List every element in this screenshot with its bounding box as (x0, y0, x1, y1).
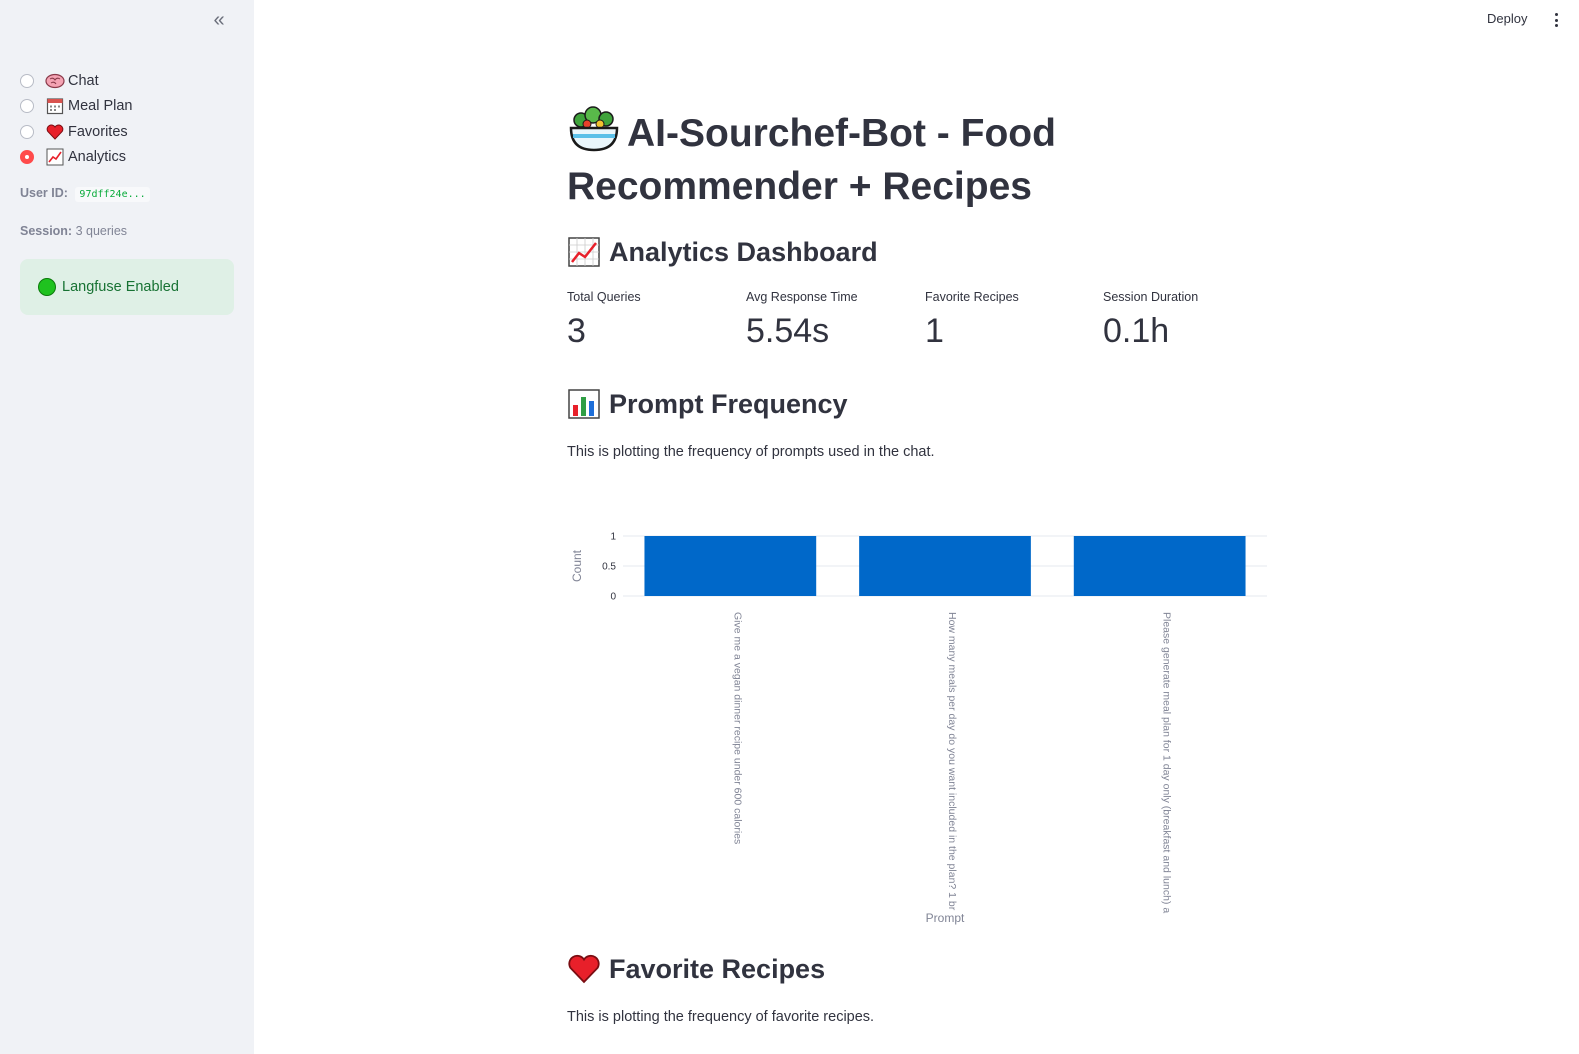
session-row: Session: 3 queries (20, 224, 127, 238)
bar (859, 536, 1031, 596)
heart-icon (567, 953, 601, 985)
metric-favorite-recipes: Favorite Recipes 1 (925, 290, 1019, 351)
x-tick-label: Please generate meal plan for 1 day only… (1161, 612, 1173, 913)
metric-label: Session Duration (1103, 290, 1199, 304)
calendar-icon (45, 97, 65, 115)
page-title-text: AI-Sourchef-Bot - Food Recommender + Rec… (567, 112, 1056, 208)
metric-session-duration: Session Duration 0.1h (1103, 290, 1198, 351)
y-tick-label: 0 (610, 592, 616, 603)
nav-item-chat[interactable]: Chat (20, 68, 132, 94)
metric-value: 1 (925, 312, 944, 350)
nav-label: Meal Plan (68, 98, 133, 115)
nav-label: Favorites (68, 123, 128, 140)
sidebar-nav: Chat Meal Plan Favorites Analytics (20, 68, 132, 170)
y-tick-label: 1 (610, 532, 616, 543)
heart-icon (45, 123, 65, 141)
favorite-recipes-heading: Favorite Recipes (567, 953, 825, 985)
metric-value: 0.1h (1103, 312, 1170, 350)
bar (644, 536, 817, 596)
prompt-frequency-chart[interactable]: 0 0.5 1 Count Give me a vegan dinner recipe … (567, 520, 1267, 940)
metric-value: 5.54s (746, 312, 830, 350)
main-menu-icon[interactable] (1550, 10, 1562, 30)
nav-item-meal-plan[interactable]: Meal Plan (20, 94, 132, 120)
favorite-recipes-description: This is plotting the frequency of favori… (567, 1009, 875, 1025)
brain-icon (45, 72, 65, 90)
langfuse-status-text: Langfuse Enabled (62, 279, 179, 295)
nav-item-favorites[interactable]: Favorites (20, 119, 132, 145)
metric-label: Avg Response Time (746, 290, 858, 304)
prompt-frequency-description: This is plotting the frequency of prompt… (567, 444, 935, 460)
sidebar: « Chat Meal Plan Favorites Analytics Use… (0, 0, 254, 1054)
deploy-button[interactable]: Deploy (1487, 11, 1527, 26)
metric-label: Favorite Recipes (925, 290, 1019, 304)
bar (1073, 536, 1246, 596)
metric-label: Total Queries (567, 290, 641, 304)
metric-total-queries: Total Queries 3 (567, 290, 641, 351)
langfuse-status-box: Langfuse Enabled (20, 259, 234, 315)
x-axis-label: Prompt (926, 911, 965, 925)
collapse-sidebar-icon[interactable]: « (208, 10, 230, 30)
x-tick-label: Give me a vegan dinner recipe under 600 … (731, 612, 743, 844)
salad-icon (567, 104, 621, 154)
user-id-row: User ID: 97dff24e... (20, 186, 150, 202)
user-id-value: 97dff24e... (75, 187, 150, 202)
radio-meal-plan[interactable] (20, 99, 34, 114)
x-tick-label: How many meals per day do you want inclu… (946, 612, 958, 911)
metric-value: 3 (567, 312, 586, 350)
user-id-label: User ID: (20, 186, 68, 200)
bar-chart-icon (567, 388, 601, 420)
y-tick-label: 0.5 (602, 562, 616, 573)
chart-increasing-icon (567, 236, 601, 268)
favorite-recipes-heading-text: Favorite Recipes (609, 953, 826, 984)
green-circle-icon (38, 278, 56, 296)
page-title: AI-Sourchef-Bot - Food Recommender + Rec… (567, 104, 1267, 213)
nav-item-analytics[interactable]: Analytics (20, 145, 132, 171)
nav-label: Analytics (68, 149, 127, 166)
nav-label: Chat (68, 72, 99, 89)
prompt-frequency-heading: Prompt Frequency (567, 388, 848, 420)
prompt-frequency-heading-text: Prompt Frequency (609, 388, 848, 419)
session-label: Session: (20, 224, 73, 238)
session-value: 3 queries (75, 224, 128, 238)
radio-analytics[interactable] (20, 150, 34, 165)
metric-avg-response-time: Avg Response Time 5.54s (746, 290, 858, 351)
radio-favorites[interactable] (20, 124, 34, 139)
analytics-heading-text: Analytics Dashboard (609, 236, 878, 267)
radio-chat[interactable] (20, 73, 34, 88)
chart-increasing-icon (45, 148, 65, 166)
analytics-heading: Analytics Dashboard (567, 236, 878, 268)
y-axis-label: Count (570, 549, 584, 582)
